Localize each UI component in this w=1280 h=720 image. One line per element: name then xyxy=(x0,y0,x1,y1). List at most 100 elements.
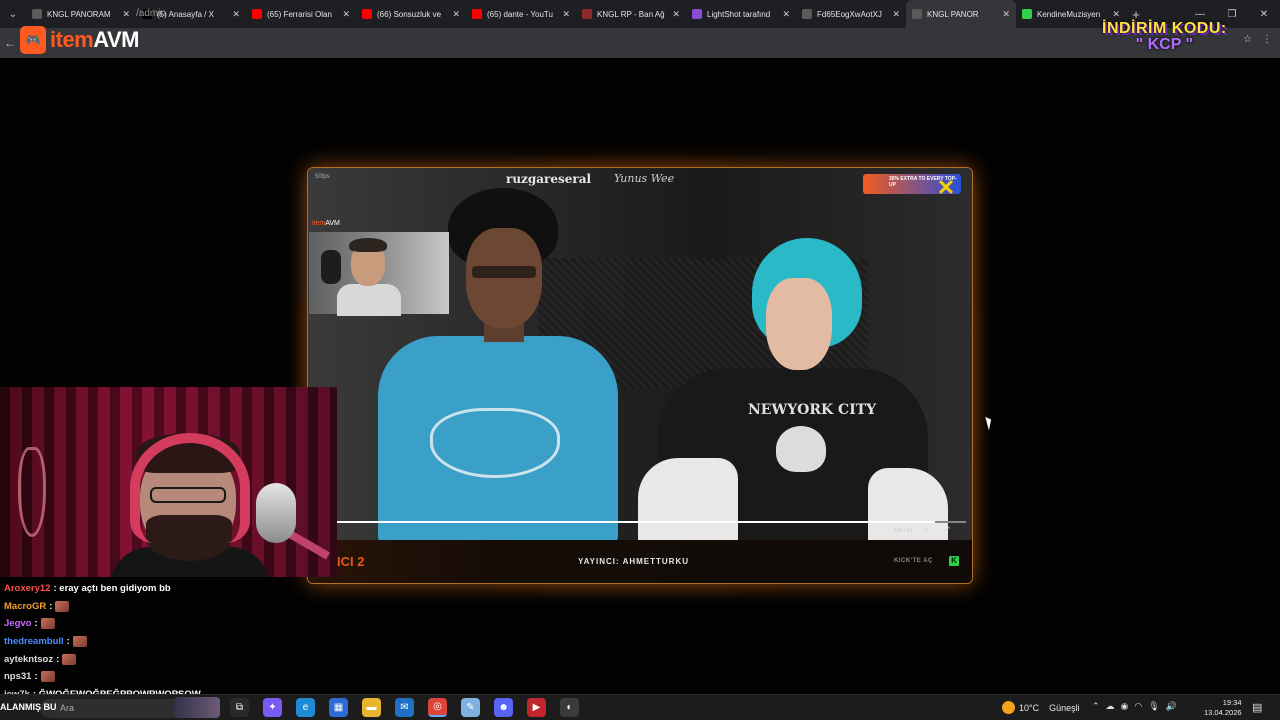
chat-text: : eray açtı ben gidiyom bb xyxy=(53,583,171,595)
mouse-cursor xyxy=(985,415,994,431)
mini-logo-item: item xyxy=(312,220,326,227)
chat-username: nps31 xyxy=(4,671,32,683)
chat-text: : xyxy=(56,653,60,665)
stream-modal: NEWYORK CITY 50fps ruzgareseral Yunus We… xyxy=(307,167,973,584)
microphone xyxy=(256,483,296,543)
discord-icon[interactable]: ☻ xyxy=(494,698,513,717)
fps-label: 50fps xyxy=(315,174,330,180)
tab-search-icon[interactable]: ⌄ xyxy=(0,0,26,28)
shirt-text: NEWYORK CITY xyxy=(748,402,877,418)
mini-logo: itemAVM xyxy=(312,220,340,227)
tab-label: (5) Anasayfa / X xyxy=(157,9,214,19)
video-app-icon[interactable]: ▶ xyxy=(527,698,546,717)
chat-text: : xyxy=(34,671,38,683)
edge-icon[interactable]: e xyxy=(296,698,315,717)
tab-close-icon[interactable]: ✕ xyxy=(1002,9,1010,20)
kick-icon[interactable]: K xyxy=(949,556,959,566)
chat-message: Jegvo: xyxy=(4,615,304,633)
url-text[interactable]: /admin xyxy=(136,8,166,19)
clock-time: 19:34 xyxy=(1222,698,1242,707)
browser-tab[interactable]: KNGL PANORAM ✕ xyxy=(26,0,136,28)
tab-label: KNGL PANOR xyxy=(927,9,979,19)
modal-footer: ICI 2 YAYINCI: AHMETTURKU KICK'TE AÇ K xyxy=(308,540,972,583)
browser-tab[interactable]: LightShot tarafınd ✕ xyxy=(686,0,796,28)
tab-label: Fd65EogXwAotXJ xyxy=(817,9,882,19)
folder-icon[interactable]: ▬ xyxy=(362,698,381,717)
notepad-icon[interactable]: ✎ xyxy=(461,698,480,717)
browser-tab[interactable]: (65) dante - YouTu ✕ xyxy=(466,0,576,28)
network-icon[interactable]: ◉ xyxy=(1121,701,1129,712)
browser-tab[interactable]: (65) Ferrarisi Olan ✕ xyxy=(246,0,356,28)
close-window-icon[interactable]: ✕ xyxy=(1248,0,1280,28)
menu-dots-icon[interactable]: ⋮ xyxy=(1262,34,1272,45)
globe-icon xyxy=(912,9,922,19)
speaker-icon[interactable]: 🔊 xyxy=(1166,701,1177,712)
guitar-decor xyxy=(18,447,46,537)
chat-username: aytekntsoz xyxy=(4,653,54,665)
close-modal-button[interactable]: ✕ xyxy=(936,177,956,199)
obs-icon[interactable]: ◐ xyxy=(560,698,579,717)
onedrive-icon[interactable]: ☁ xyxy=(1106,701,1115,712)
youtube-icon xyxy=(472,9,482,19)
tab-label: (66) Sonsuzluk ve xyxy=(377,9,442,19)
weather-widget[interactable]: 10°C Güneşli xyxy=(1002,701,1080,714)
mail-icon[interactable]: ✉ xyxy=(395,698,414,717)
temperature: 10°C xyxy=(1019,702,1040,713)
youtube-icon xyxy=(252,9,262,19)
system-tray: ⌃ ☁ ◉ ◠ 🎙 🔊 xyxy=(1092,701,1177,712)
browser-tab[interactable]: (66) Sonsuzluk ve ✕ xyxy=(356,0,466,28)
emote-icon xyxy=(40,618,55,630)
streamer-label: YAYINCI: AHMETTURKU xyxy=(578,557,690,566)
theater-icon[interactable]: ▭ xyxy=(934,527,940,534)
character-right: NEWYORK CITY xyxy=(638,218,948,540)
video-progress-bar[interactable] xyxy=(336,521,966,523)
tab-close-icon[interactable]: ✕ xyxy=(562,9,570,20)
back-icon[interactable]: ← xyxy=(0,28,20,58)
wifi-icon[interactable]: ◠ xyxy=(1134,701,1142,712)
globe-icon xyxy=(802,9,812,19)
browser-tab-strip: ⌄ KNGL PANORAM ✕ (5) Anasayfa / X ✕ (65) Fer… xyxy=(0,0,1280,28)
emote-icon xyxy=(62,653,77,665)
tab-close-icon[interactable]: ✕ xyxy=(342,9,350,20)
copilot-icon[interactable]: ✦ xyxy=(263,698,282,717)
tab-close-icon[interactable]: ✕ xyxy=(782,9,790,20)
browser-tab[interactable]: KNGL RP - Ban Ağ ✕ xyxy=(576,0,686,28)
star-icon[interactable]: ☆ xyxy=(1243,34,1252,45)
store-icon[interactable]: ▦ xyxy=(329,698,348,717)
clock[interactable]: 19:34 13.04.2026 xyxy=(1204,698,1242,718)
fullscreen-icon[interactable]: ⤢ xyxy=(945,527,950,534)
chat-username: MacroGR xyxy=(4,600,47,612)
search-highlight-image[interactable] xyxy=(174,697,220,718)
tab-close-icon[interactable]: ✕ xyxy=(232,9,240,20)
tab-close-icon[interactable]: ✕ xyxy=(452,9,460,20)
globe-icon xyxy=(32,9,42,19)
tab-label: LightShot tarafınd xyxy=(707,9,771,19)
tab-label: KNGL RP - Ban Ağ xyxy=(597,9,665,19)
tab-close-icon[interactable]: ✕ xyxy=(1112,9,1120,20)
chat-text: : xyxy=(34,618,38,630)
chat-username: thedreambull xyxy=(4,636,64,648)
video-player[interactable]: NEWYORK CITY 50fps ruzgareseral Yunus We… xyxy=(308,168,972,540)
taskbar-apps: ⧉ ✦ e ▦ ▬ ✉ ◎ ✎ ☻ ▶ ◐ xyxy=(230,698,579,717)
discount-code-overlay: İNDİRİM KODU: " KCP " xyxy=(1102,20,1227,54)
browser-tab[interactable]: Fd65EogXwAotXJ ✕ xyxy=(796,0,906,28)
mic-icon[interactable]: 🎙 xyxy=(1148,701,1159,712)
tab-close-icon[interactable]: ✕ xyxy=(892,9,900,20)
discount-code-value: " KCP " xyxy=(1135,36,1194,53)
browser-tab[interactable]: KNGL PANOR ✕ xyxy=(906,0,1016,28)
shield-icon xyxy=(582,9,592,19)
itemavm-logo: 🎮 itemAVM xyxy=(20,26,140,54)
tab-close-icon[interactable]: ✕ xyxy=(122,9,130,20)
video-time: 100 / 54 xyxy=(894,528,913,534)
open-on-kick-link[interactable]: KICK'TE AÇ xyxy=(894,558,933,564)
tab-close-icon[interactable]: ✕ xyxy=(672,9,680,20)
settings-icon[interactable]: ⚙ xyxy=(924,527,929,534)
emote-icon xyxy=(55,600,70,612)
screen: ⌄ KNGL PANORAM ✕ (5) Anasayfa / X ✕ (65) Fer… xyxy=(0,0,1280,720)
notification-icon[interactable]: ▤ xyxy=(1252,701,1262,714)
chevron-up-icon[interactable]: ⌃ xyxy=(1092,701,1100,712)
task-view-icon[interactable]: ⧉ xyxy=(230,698,249,717)
chrome-icon[interactable]: ◎ xyxy=(428,698,447,717)
tab-label: KendineMuzisyen xyxy=(1037,9,1101,19)
youtube-icon xyxy=(362,9,372,19)
